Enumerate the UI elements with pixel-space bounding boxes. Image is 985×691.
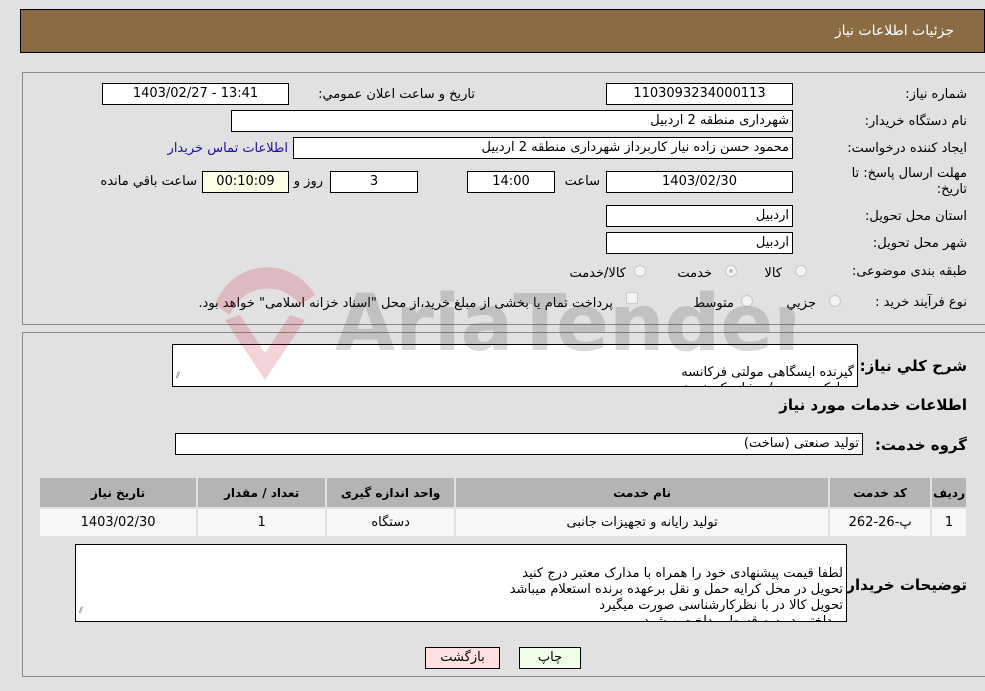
deadline-label-2: تاریخ:: [936, 182, 967, 197]
city-label: شهر محل تحویل:: [872, 236, 967, 251]
province-field[interactable]: اردبیل: [606, 205, 793, 227]
cell-quantity: 1: [198, 509, 326, 536]
category-option-goods: کالا: [764, 266, 782, 281]
category-option-service: خدمت: [677, 266, 712, 281]
table-header-row: ردیف کد خدمت نام خدمت واحد اندازه گیری ت…: [40, 478, 966, 507]
resize-grip-icon[interactable]: ⫽: [176, 368, 180, 384]
buyer-notes-label: توضیحات خریدار:: [840, 576, 967, 594]
remaining-time-field: 00:10:09: [202, 171, 289, 193]
need-number-label: شماره نیاز:: [905, 87, 967, 102]
purchase-option-medium: متوسط: [693, 296, 734, 311]
col-service-code: کد خدمت: [830, 478, 931, 507]
purchase-type-label: نوع فرآیند خرید :: [875, 295, 967, 310]
remaining-days-field[interactable]: 3: [330, 171, 418, 193]
requester-label: ایجاد کننده درخواست:: [847, 141, 967, 156]
description-textarea[interactable]: گیرنده ایسگاهی مولتی فرکانسه مدارک پیوست…: [172, 344, 858, 387]
col-service-name: نام خدمت: [456, 478, 829, 507]
purchase-option-minor: جزيي: [786, 296, 816, 311]
back-button[interactable]: بازگشت: [425, 647, 500, 669]
days-label: روز و: [293, 174, 323, 189]
purchase-radio-medium[interactable]: [741, 295, 753, 307]
category-radio-goods[interactable]: [795, 265, 807, 277]
category-radio-service[interactable]: [725, 265, 737, 277]
cell-unit: دستگاه: [327, 509, 455, 536]
service-group-field[interactable]: تولید صنعتی (ساخت): [175, 433, 863, 455]
cell-need-date: 1403/02/30: [40, 509, 197, 536]
deadline-time-label: ساعت: [564, 174, 600, 189]
description-label: شرح کلي نیاز:: [859, 357, 967, 375]
buyer-org-field[interactable]: شهرداری منطقه 2 اردبیل: [231, 110, 793, 132]
buyer-notes-textarea[interactable]: لطفا قیمت پیشنهادی خود را همراه با مدارک…: [75, 544, 847, 622]
print-button[interactable]: چاپ: [519, 647, 581, 669]
col-need-date: تاریخ نیاز: [40, 478, 197, 507]
remaining-time-label: ساعت باقي مانده: [100, 174, 197, 189]
announce-datetime-field[interactable]: 1403/02/27 - 13:41: [102, 83, 289, 105]
province-label: استان محل تحویل:: [865, 209, 967, 224]
treasury-payment-checkbox[interactable]: [626, 292, 638, 304]
col-quantity: تعداد / مقدار: [198, 478, 326, 507]
col-unit: واحد اندازه گیری: [327, 478, 455, 507]
buyer-contact-link[interactable]: اطلاعات تماس خریدار: [168, 141, 288, 156]
category-label: طبقه بندی موضوعی:: [851, 264, 967, 279]
cell-service-code: پ-26-262: [830, 509, 931, 536]
requester-field[interactable]: محمود حسن زاده نیار کاربرداز شهرداری منط…: [293, 137, 793, 159]
col-row: ردیف: [932, 478, 966, 507]
purchase-radio-minor[interactable]: [829, 295, 841, 307]
announce-datetime-label: تاریخ و ساعت اعلان عمومي:: [318, 87, 475, 102]
buyer-org-label: نام دستگاه خریدار:: [864, 114, 967, 129]
deadline-time-field[interactable]: 14:00: [467, 171, 555, 193]
buyer-notes-text: لطفا قیمت پیشنهادی خود را همراه با مدارک…: [509, 566, 843, 622]
cell-row: 1: [932, 509, 966, 536]
items-table-wrapper: ردیف کد خدمت نام خدمت واحد اندازه گیری ت…: [38, 476, 968, 538]
category-radio-goods-service[interactable]: [634, 265, 646, 277]
deadline-date-field[interactable]: 1403/02/30: [606, 171, 793, 193]
service-group-label: گروه خدمت:: [874, 436, 967, 454]
resize-grip-icon[interactable]: ⫽: [79, 603, 83, 619]
page-title: جزئیات اطلاعات نیاز: [834, 23, 954, 39]
city-field[interactable]: اردبیل: [606, 232, 793, 254]
description-text: گیرنده ایسگاهی مولتی فرکانسه مدارک پیوست…: [673, 365, 854, 386]
page-header: جزئیات اطلاعات نیاز: [20, 9, 985, 53]
table-row: 1 پ-26-262 تولید رایانه و تجهیزات جانبی …: [40, 509, 966, 536]
items-table: ردیف کد خدمت نام خدمت واحد اندازه گیری ت…: [38, 476, 968, 538]
category-option-goods-service: کالا/خدمت: [569, 266, 626, 281]
cell-service-name: تولید رایانه و تجهیزات جانبی: [456, 509, 829, 536]
treasury-payment-note: پرداخت تمام یا بخشی از مبلغ خرید،از محل …: [198, 296, 613, 311]
services-section-title: اطلاعات خدمات مورد نیاز: [779, 396, 967, 414]
deadline-label: مهلت ارسال پاسخ: تا: [851, 166, 967, 181]
need-number-field[interactable]: 1103093234000113: [606, 83, 793, 105]
